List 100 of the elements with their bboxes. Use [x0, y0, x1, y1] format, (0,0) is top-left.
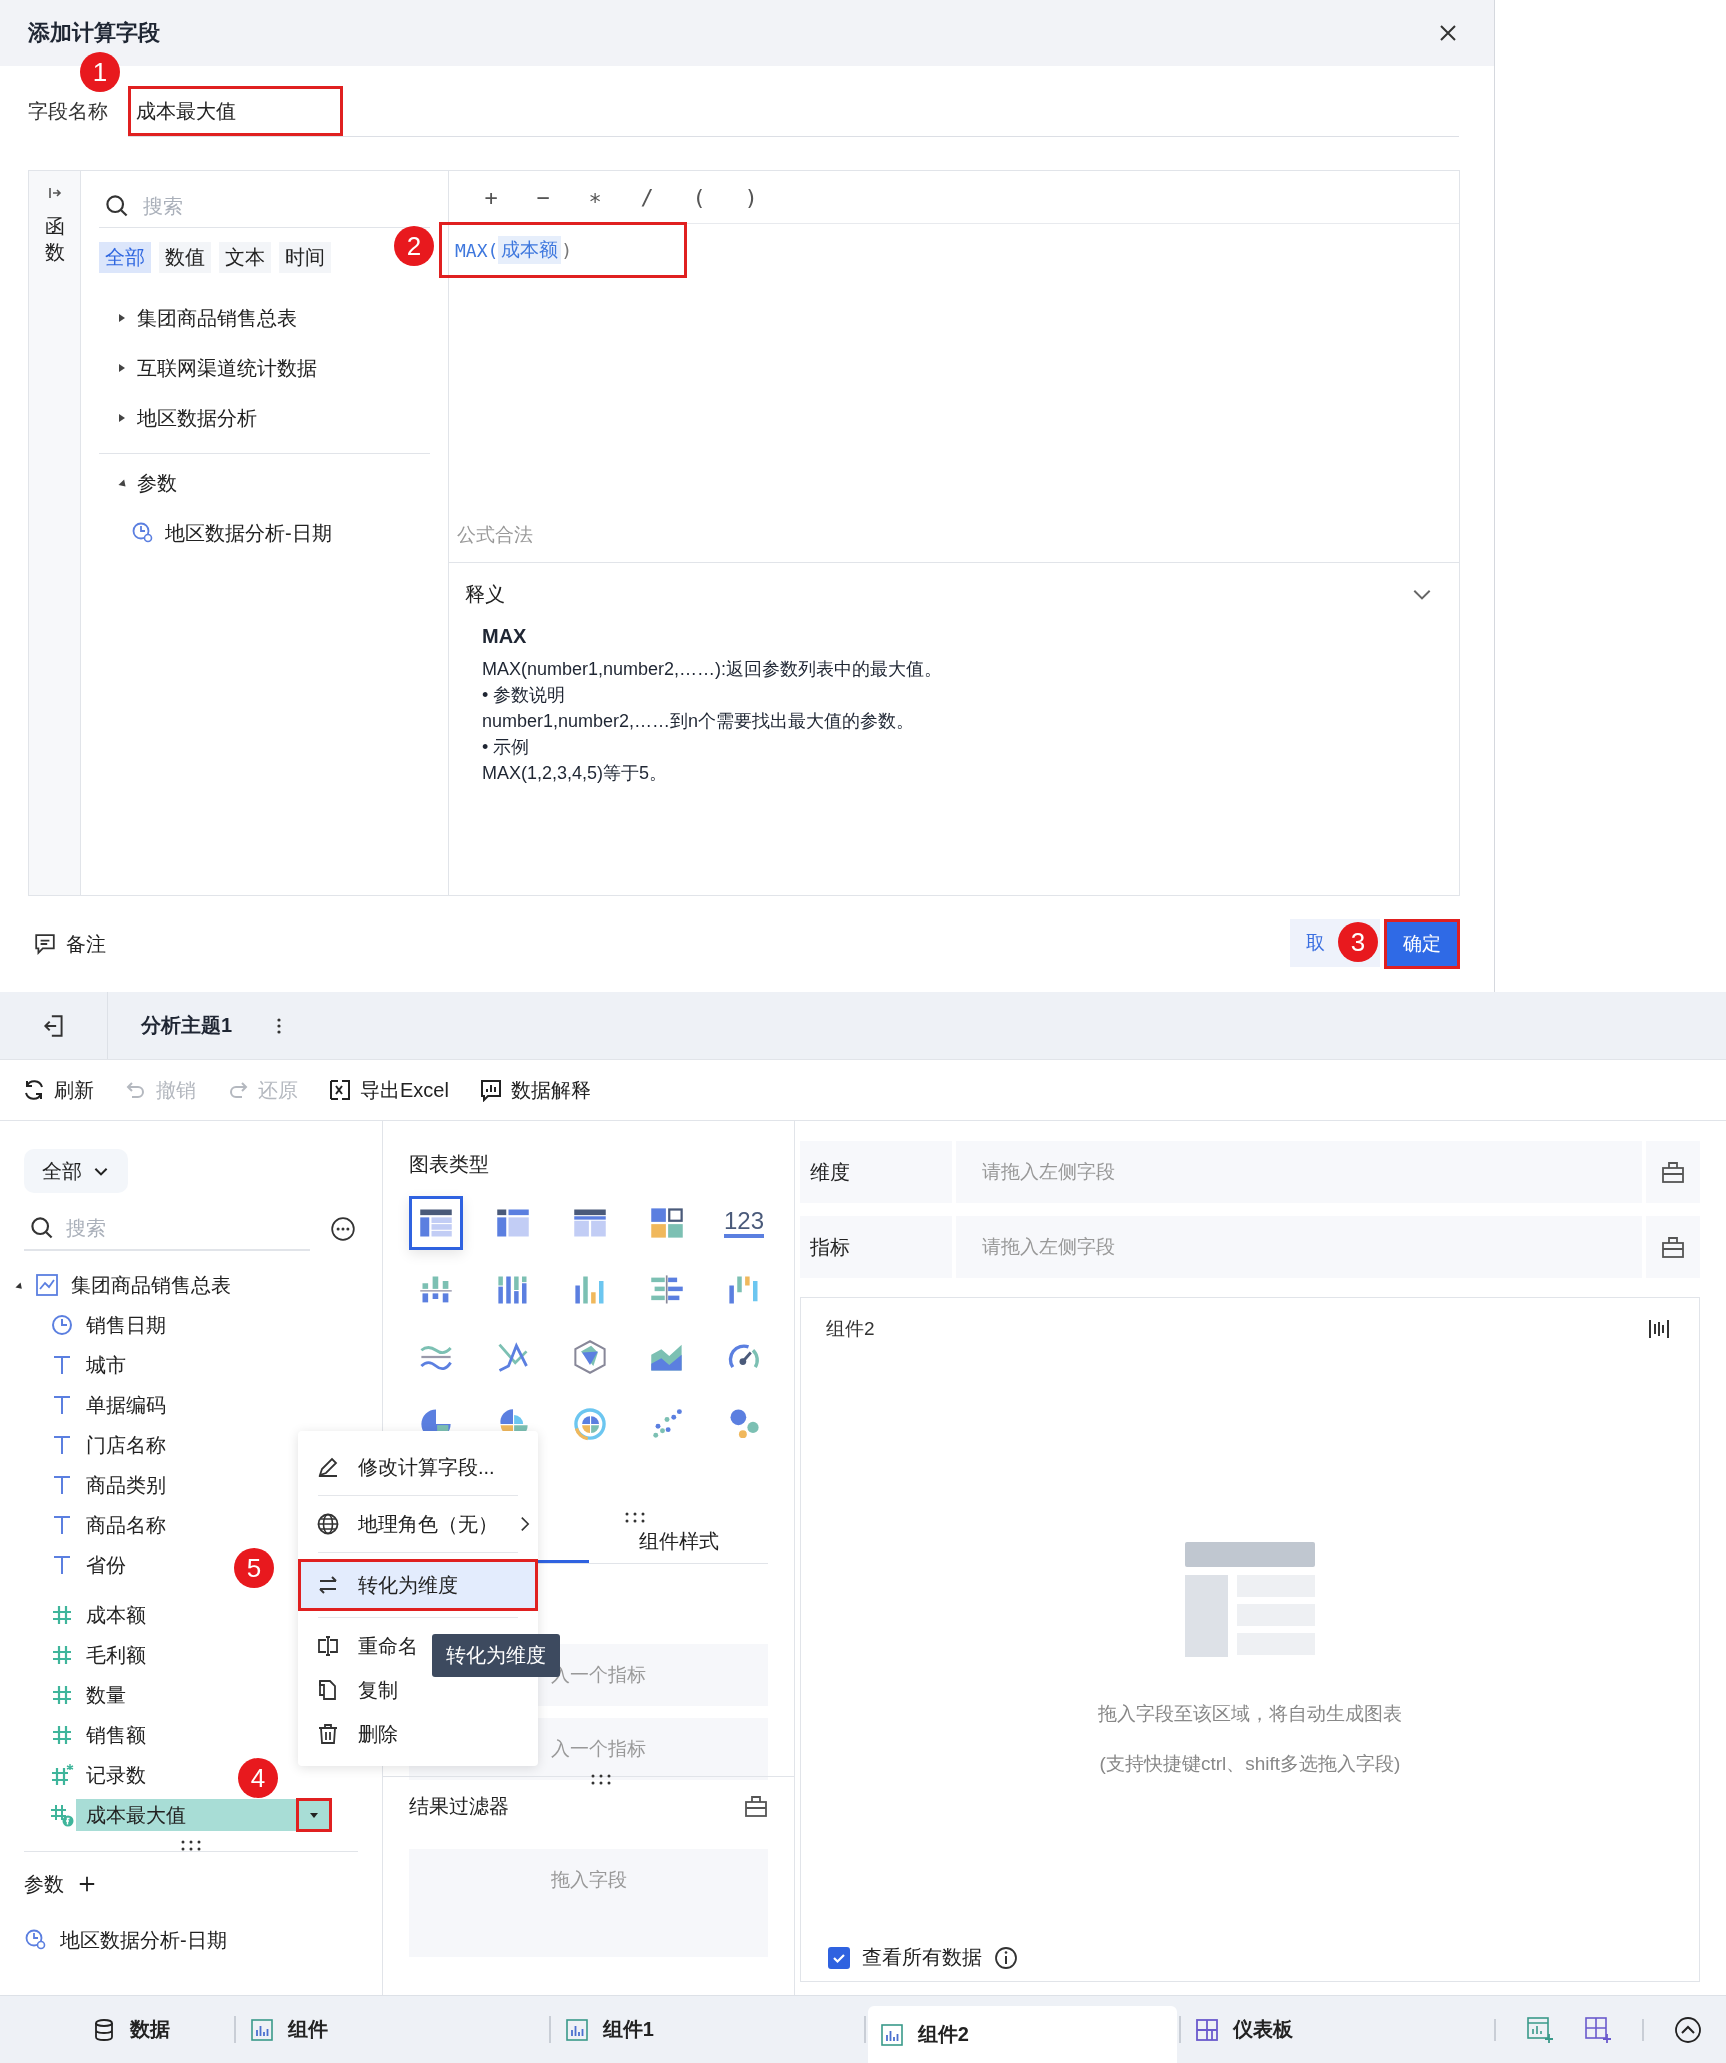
field-item[interactable]: 商品类别 [76, 1469, 176, 1501]
operator-button[interactable]: − [531, 184, 555, 210]
confirm-button[interactable]: 确定 [1384, 919, 1460, 969]
operator-button[interactable]: ∗ [583, 184, 607, 210]
expand-icon[interactable] [117, 413, 127, 423]
note-label[interactable]: 备注 [66, 930, 106, 958]
add-chart-icon[interactable] [1526, 2015, 1554, 2044]
field-item[interactable]: 城市 [76, 1349, 136, 1381]
closing-parenthesis: ) [561, 239, 573, 261]
field-item[interactable]: 单据编码 [76, 1389, 176, 1421]
params-label: 参数 [24, 1871, 64, 1897]
close-icon[interactable] [1438, 23, 1458, 43]
field-item[interactable]: 销售额 [76, 1719, 156, 1751]
dialog-title: 添加计算字段 [28, 19, 160, 47]
show-all-data-label[interactable]: 查看所有数据 [862, 1944, 982, 1971]
field-item[interactable]: 数量 [76, 1679, 136, 1711]
description-line: • 示例 [482, 736, 531, 759]
add-icon[interactable] [78, 1875, 96, 1893]
info-icon[interactable] [994, 1945, 1018, 1970]
chart-icon [879, 2022, 904, 2047]
calculated-field-icon [50, 1803, 74, 1827]
empty-hint: 拖入字段至该区域，将自动生成图表 [1098, 1702, 1402, 1726]
number-type-icon [50, 1723, 74, 1747]
bottom-tab[interactable]: 组件 [237, 2000, 547, 2059]
analysis-tab[interactable]: 分析主题1 [141, 1012, 233, 1039]
chart-type-icon[interactable] [1647, 1317, 1671, 1341]
chart-type-button[interactable]: 123 [717, 1196, 771, 1250]
table-item[interactable]: 集团商品销售总表 [71, 1271, 231, 1299]
bottom-tab[interactable]: 仪表板 [1182, 2000, 1492, 2059]
menu-item[interactable]: 转化为维度 [298, 1559, 538, 1611]
chart-type-title: 图表类型 [409, 1152, 490, 1177]
chart-type-button[interactable] [409, 1196, 463, 1250]
step-marker: 2 [394, 226, 434, 266]
globe-icon [316, 1512, 340, 1536]
database-icon [92, 2017, 116, 2042]
function-tab[interactable]: 函数 [44, 213, 65, 265]
style-tab[interactable]: 组件样式 [589, 1528, 768, 1563]
clock-icon [24, 1928, 48, 1952]
toolbox-icon[interactable] [744, 1794, 768, 1818]
field-item[interactable]: 记录数 [76, 1759, 156, 1791]
search-field[interactable]: 搜索 [141, 193, 345, 219]
collapse-up-icon[interactable] [1674, 2015, 1702, 2044]
bottom-tab[interactable]: 组件1 [552, 2000, 862, 2059]
number-type-icon [50, 1643, 74, 1667]
scope-dropdown[interactable]: 全部 [24, 1149, 128, 1193]
checkbox[interactable] [828, 1946, 850, 1969]
menu-item[interactable]: 地理角色（无） [298, 1502, 538, 1546]
filter-tab[interactable]: 时间 [279, 242, 331, 273]
operator-button[interactable]: ( [687, 184, 711, 210]
filter-tab[interactable]: 全部 [99, 242, 151, 273]
drag-handle-icon[interactable] [623, 1511, 647, 1523]
field-menu-button[interactable] [296, 1798, 332, 1832]
toolbar-button[interactable]: 导出Excel [328, 1076, 449, 1104]
bottom-tab[interactable]: 数据 [80, 2000, 232, 2059]
table-item[interactable]: 集团商品销售总表 [137, 304, 297, 332]
filter-title: 结果过滤器 [409, 1793, 509, 1819]
field-item[interactable]: 成本最大值 [76, 1799, 296, 1831]
params-item[interactable]: 参数 [137, 469, 177, 497]
refresh-icon [22, 1078, 46, 1102]
function-name: MAX( [455, 239, 499, 261]
field-name-input[interactable]: 成本最大值 [128, 86, 343, 136]
chart-comment-icon [478, 1078, 503, 1102]
toolbox-icon[interactable] [1661, 1235, 1685, 1259]
field-search[interactable]: 搜索 [64, 1215, 268, 1241]
expand-icon[interactable] [117, 363, 127, 373]
param-item[interactable]: 地区数据分析-日期 [60, 1926, 227, 1954]
step-marker: 5 [234, 1548, 274, 1588]
menu-item[interactable]: 修改计算字段... [298, 1445, 538, 1489]
field-item[interactable]: 销售日期 [76, 1309, 176, 1341]
field-item[interactable]: 门店名称 [76, 1429, 176, 1461]
operator-button[interactable]: ) [739, 184, 763, 210]
step-marker: 4 [238, 1758, 278, 1798]
field-item[interactable]: 毛利额 [76, 1639, 156, 1671]
edit-icon [316, 1455, 340, 1479]
field-item[interactable]: 成本额 [76, 1599, 156, 1631]
clock-icon [50, 1313, 74, 1337]
operator-button[interactable]: + [479, 184, 503, 210]
filter-tab[interactable]: 文本 [219, 242, 271, 273]
filter-tab[interactable]: 数值 [159, 242, 211, 273]
expand-icon[interactable] [117, 313, 127, 323]
shortcut-hint: (支持快捷键ctrl、shift多选拖入字段) [1099, 1752, 1401, 1776]
bottom-tab[interactable]: 组件2 [867, 2005, 1177, 2063]
param-item[interactable]: 地区数据分析-日期 [165, 519, 332, 547]
add-dashboard-icon[interactable] [1584, 2015, 1612, 2044]
more-icon[interactable] [330, 1216, 356, 1242]
table-item[interactable]: 地区数据分析 [137, 404, 257, 432]
field-item[interactable]: 商品名称 [76, 1509, 176, 1541]
rename-icon [316, 1634, 340, 1658]
field-item[interactable]: 省份 [76, 1549, 136, 1581]
drag-handle-icon[interactable] [179, 1839, 203, 1851]
comment-icon[interactable] [34, 933, 56, 955]
table-item[interactable]: 互联网渠道统计数据 [137, 354, 317, 382]
excel-icon [328, 1078, 352, 1102]
toolbar-button[interactable]: 数据解释 [478, 1076, 591, 1104]
toolbar-button[interactable]: 刷新 [22, 1076, 94, 1104]
drag-handle-icon[interactable] [589, 1773, 613, 1785]
formula-editor[interactable]: MAX(成本额) [439, 222, 687, 278]
collapse-icon[interactable] [46, 185, 63, 201]
operator-button[interactable]: / [635, 184, 659, 210]
toolbox-icon[interactable] [1661, 1160, 1685, 1184]
